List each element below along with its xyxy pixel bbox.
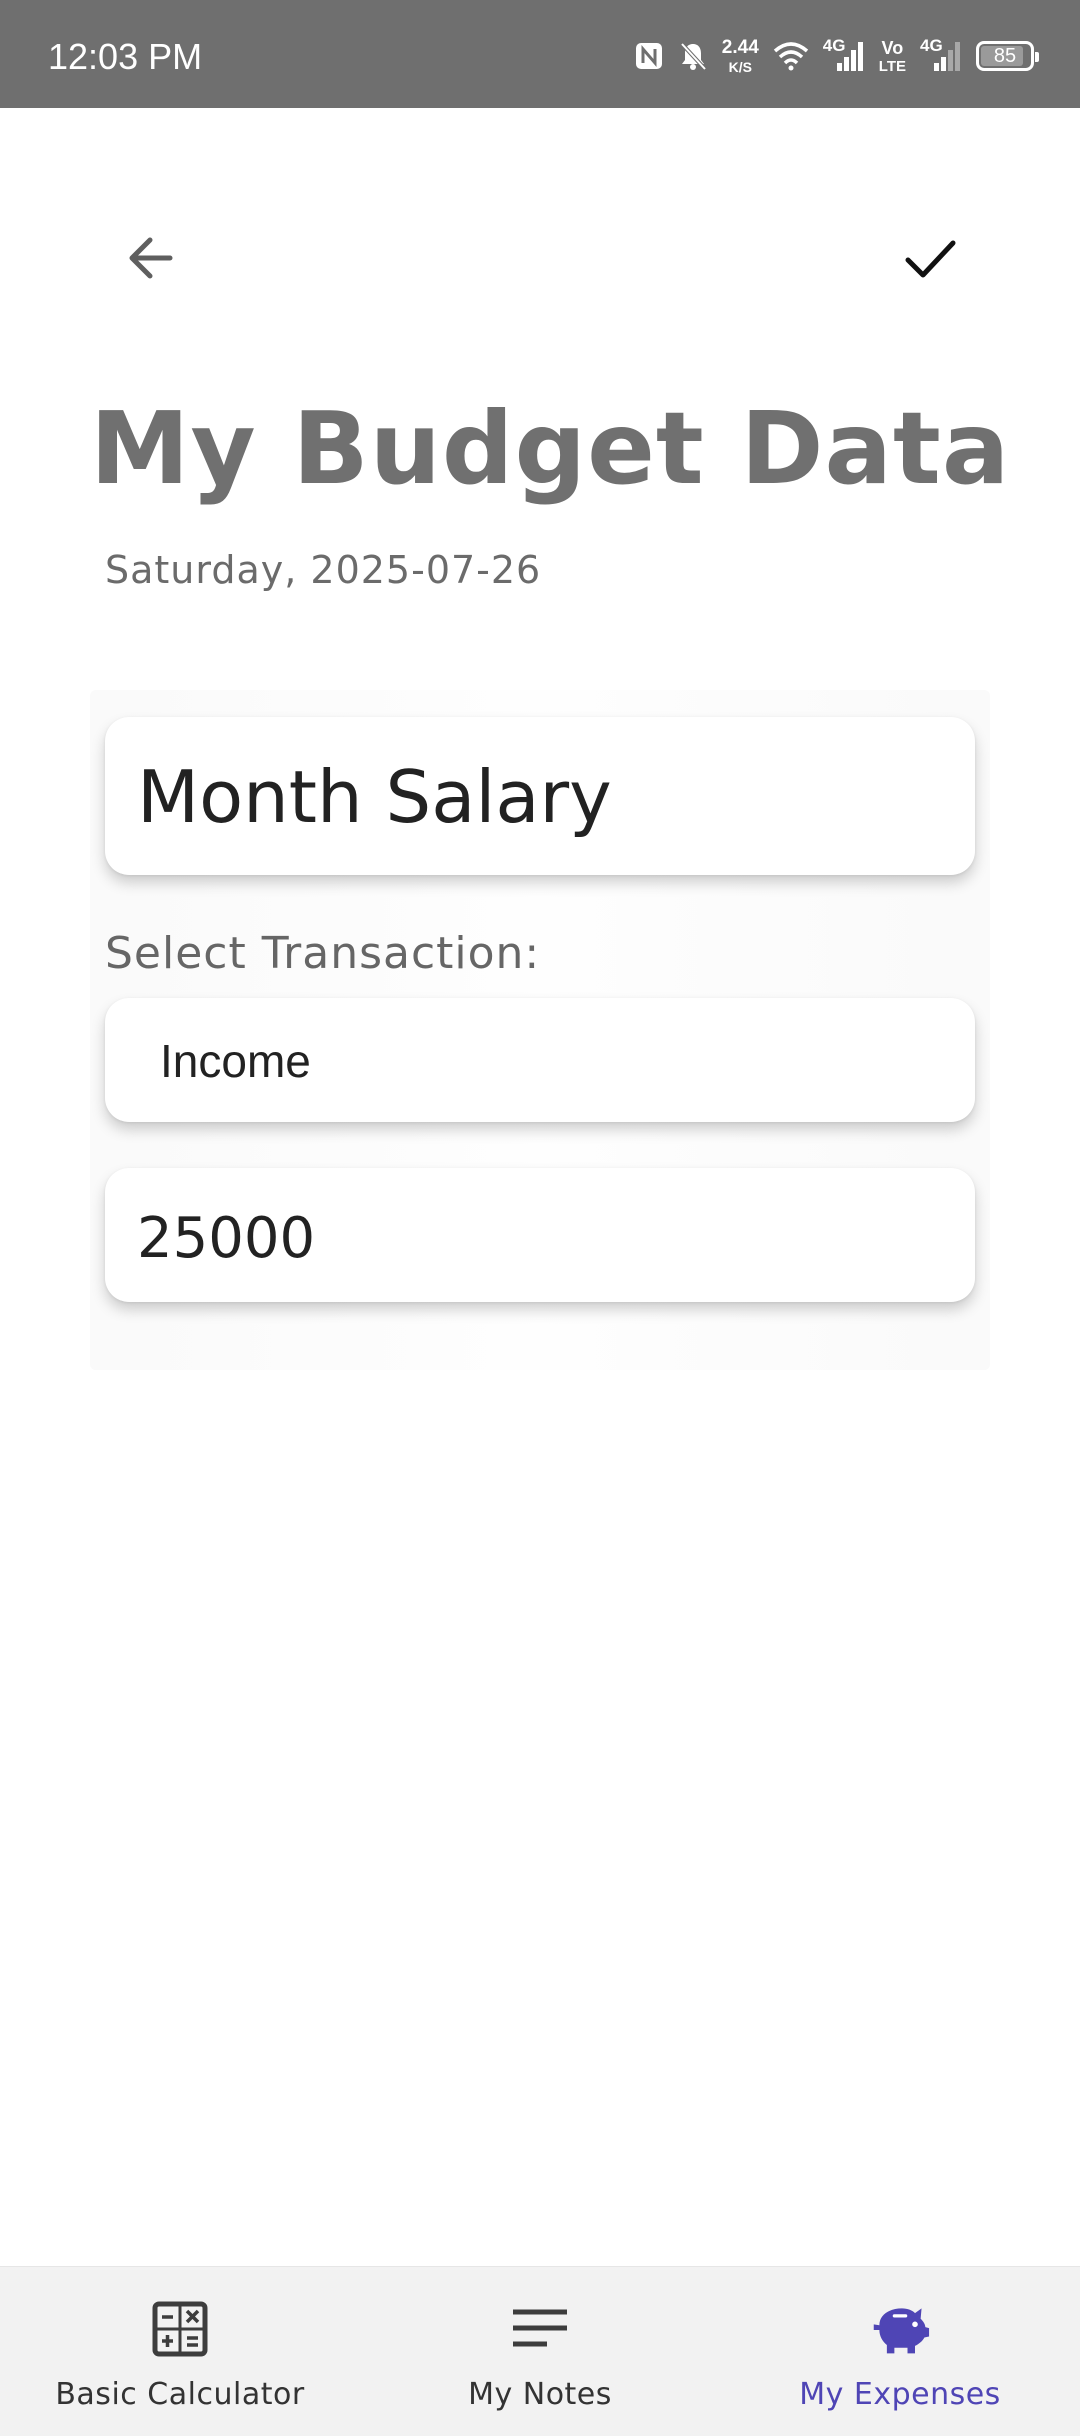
nfc-icon — [634, 41, 664, 71]
save-button[interactable] — [900, 228, 960, 288]
net-speed-value: 2.44 — [721, 37, 759, 58]
nav-item-my-expenses[interactable]: My Expenses — [720, 2267, 1080, 2436]
volte-top: Vo — [881, 37, 904, 58]
notes-icon — [510, 2299, 570, 2359]
transaction-label: Select Transaction: — [105, 928, 541, 979]
calculator-icon — [150, 2299, 210, 2359]
battery-level: 85 — [993, 44, 1017, 67]
status-time: 12:03 PM — [48, 36, 203, 77]
signal2-label: 4G — [920, 36, 943, 55]
nav-label-my-expenses: My Expenses — [799, 2377, 1001, 2412]
title-input-value: Month Salary — [137, 755, 612, 839]
back-button[interactable] — [120, 228, 180, 288]
bottom-nav: Basic Calculator My Notes My Expenses — [0, 2266, 1080, 2436]
signal-weak-icon: 4G — [920, 36, 962, 73]
battery-icon: 85 — [976, 41, 1039, 71]
network-speed: 2.44 K/S — [722, 38, 759, 74]
transaction-select[interactable]: Income — [105, 998, 975, 1122]
amount-input[interactable]: 25000 — [105, 1168, 975, 1302]
amount-input-value: 25000 — [137, 1206, 316, 1271]
status-icons: 2.44 K/S 4G Vo LTE 4G 85 — [634, 30, 1039, 82]
status-bar: 12:03 PM 2.44 K/S 4G Vo LTE 4G 85 — [0, 0, 1080, 108]
transaction-select-value: Income — [160, 1035, 311, 1087]
check-icon — [905, 240, 956, 278]
page-title: My Budget Data — [90, 390, 1011, 507]
signal-icon: 4G — [822, 36, 865, 73]
piggy-bank-icon — [870, 2299, 930, 2359]
signal1-label: 4G — [822, 36, 846, 55]
nav-item-basic-calculator[interactable]: Basic Calculator — [0, 2267, 360, 2436]
nav-label-my-notes: My Notes — [468, 2377, 612, 2412]
arrow-left-icon — [129, 237, 173, 279]
volte-bottom: LTE — [878, 57, 906, 75]
net-speed-unit: K/S — [728, 59, 752, 75]
nav-item-my-notes[interactable]: My Notes — [360, 2267, 720, 2436]
page-date: Saturday, 2025-07-26 — [105, 548, 542, 592]
title-input[interactable]: Month Salary — [105, 717, 975, 875]
wifi-icon — [773, 41, 809, 71]
volte-label: Vo LTE — [879, 39, 906, 74]
bell-off-icon — [678, 40, 708, 72]
nav-label-basic-calculator: Basic Calculator — [55, 2377, 305, 2412]
